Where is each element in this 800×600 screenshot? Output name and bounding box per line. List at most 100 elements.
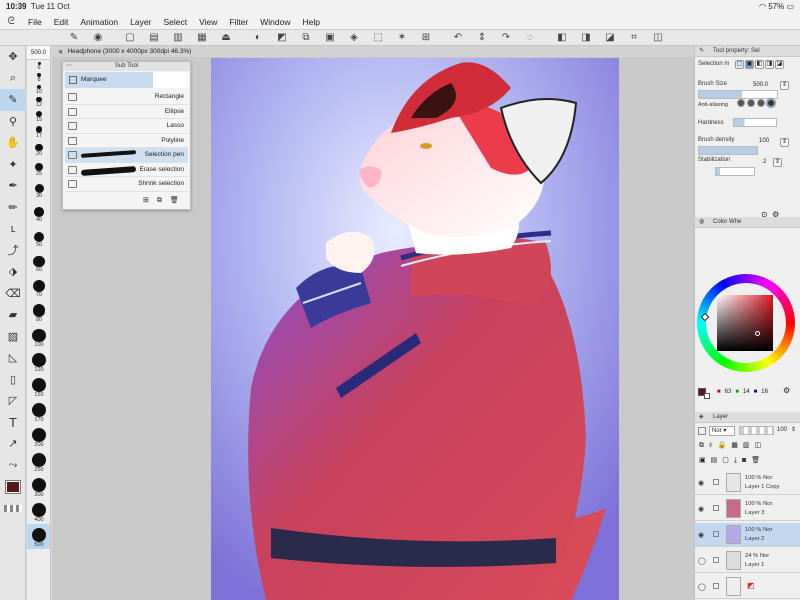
- layer-row-bottom[interactable]: ◯ ◩: [695, 575, 800, 599]
- subtool-tab-marquee[interactable]: Marquee: [65, 72, 153, 88]
- delete-subtool-icon[interactable]: 🗑: [170, 197, 187, 204]
- brush-size-preset-250[interactable]: 250: [27, 449, 50, 474]
- layer-lock-box[interactable]: [713, 479, 719, 485]
- brush-size-preset-200[interactable]: 200: [27, 424, 50, 449]
- layer-row[interactable]: ◉ 100 % Nor Layer 2: [695, 523, 800, 547]
- close-document-icon[interactable]: ✕: [58, 48, 63, 56]
- subtool-item-erase-selection[interactable]: Erase selection: [65, 163, 188, 177]
- layer-lock-box[interactable]: [713, 583, 719, 589]
- brush-size-preset-400[interactable]: 400: [27, 499, 50, 524]
- select-mode-icon[interactable]: ◪: [775, 60, 784, 69]
- frame-tool-icon[interactable]: ▯: [0, 369, 26, 391]
- layer-visibility-icon[interactable]: ◉: [698, 531, 704, 539]
- main-color-swatch[interactable]: [0, 476, 26, 498]
- add-subtool-icon[interactable]: ⊞: [143, 197, 157, 204]
- lock-transparent-icon[interactable]: ▦: [731, 442, 743, 449]
- transform-icon[interactable]: ⬚: [366, 31, 390, 45]
- layer-stack-icon[interactable]: ◈: [342, 31, 366, 45]
- brush-size-preset-70[interactable]: 70: [27, 274, 50, 299]
- brush-tool-icon[interactable]: ⳑ: [0, 218, 26, 240]
- balloon-tool-icon[interactable]: ↗: [0, 433, 26, 455]
- document-tab[interactable]: ✕ Headphone (3000 x 4000px 300dpi 46.3%): [52, 46, 694, 57]
- decoration-tool-icon[interactable]: ⬗: [0, 261, 26, 283]
- select-icon[interactable]: ⊞: [414, 31, 438, 45]
- palette-menu-icon[interactable]: ⋯: [66, 62, 72, 71]
- blend-mode-select[interactable]: Nor ▾: [709, 426, 735, 436]
- transparent-color-swatch[interactable]: [0, 498, 26, 520]
- brush-size-preset-15[interactable]: 15: [27, 109, 50, 124]
- fill-tool-icon[interactable]: ▰: [0, 304, 26, 326]
- hand-tool-icon[interactable]: ✋: [0, 132, 26, 154]
- brush-size-preset-25[interactable]: 25: [27, 158, 50, 178]
- new-selection-icon[interactable]: ▢: [735, 60, 744, 69]
- new-raster-layer-icon[interactable]: ▣: [699, 457, 711, 464]
- menu-layer[interactable]: Layer: [124, 17, 157, 27]
- layer-row[interactable]: ◉ 100 % Nor Layer 1 Copy: [695, 471, 800, 495]
- antialias-none[interactable]: [737, 99, 745, 107]
- export-icon[interactable]: ⏏: [214, 31, 238, 45]
- layer-opacity-slider[interactable]: [739, 426, 774, 435]
- subtool-item-rectangle[interactable]: Rectangle: [65, 90, 188, 105]
- stabilization-stepper[interactable]: ⇕: [773, 158, 782, 167]
- brush-size-preset-170[interactable]: 170: [27, 399, 50, 424]
- brush-size-preset-8[interactable]: 8: [27, 72, 50, 84]
- gradient-tool-icon[interactable]: ▧: [0, 326, 26, 348]
- flip-icon[interactable]: ⇕: [470, 31, 494, 45]
- merge-down-icon[interactable]: ⤓: [734, 457, 742, 464]
- open-file-icon[interactable]: ▤: [142, 31, 166, 45]
- brush-size-preset-6[interactable]: 6: [27, 60, 50, 72]
- brush-size-slider[interactable]: [698, 90, 778, 99]
- stabilization-slider[interactable]: [715, 167, 755, 176]
- save-as-icon[interactable]: ▦: [190, 31, 214, 45]
- layer-row[interactable]: ◉ 100 % Nor Layer 3: [695, 497, 800, 521]
- new-vector-layer-icon[interactable]: ▤: [711, 457, 723, 464]
- subtool-item-ellipse[interactable]: Ellipse: [65, 105, 188, 119]
- brush-size-preset-50[interactable]: 50: [27, 224, 50, 249]
- new-folder-icon[interactable]: ▢: [722, 457, 734, 464]
- pencil-tool-icon[interactable]: ✏: [0, 197, 26, 219]
- color-settings-icon[interactable]: ⚙: [783, 386, 790, 395]
- magic-icon[interactable]: ✶: [390, 31, 414, 45]
- brush-size-preset-120[interactable]: 120: [27, 349, 50, 374]
- drawing-canvas[interactable]: [211, 58, 619, 600]
- menu-animation[interactable]: Animation: [74, 17, 124, 27]
- antialias-medium[interactable]: [757, 99, 765, 107]
- copy-icon[interactable]: ⧉: [294, 31, 318, 45]
- crop-icon[interactable]: ⌗: [622, 31, 646, 45]
- lock-layer-icon[interactable]: 🔒: [717, 442, 731, 449]
- brush-size-preset-40[interactable]: 40: [27, 200, 50, 224]
- new-file-icon[interactable]: ▢: [118, 31, 142, 45]
- subtool-item-shrink-selection[interactable]: Shrink selection: [65, 177, 188, 192]
- layer-lock-box[interactable]: [713, 557, 719, 563]
- duplicate-subtool-icon[interactable]: ⧉: [157, 197, 170, 204]
- layer-row[interactable]: ◯ 24 % Nor Layer 1: [695, 549, 800, 573]
- text-tool-icon[interactable]: T: [0, 412, 26, 434]
- layer-lock-box[interactable]: [713, 531, 719, 537]
- brush-size-preset-30[interactable]: 30: [27, 178, 50, 200]
- zoom-tool-icon[interactable]: ⌕: [0, 68, 26, 90]
- menu-help[interactable]: Help: [296, 17, 325, 27]
- ruler-tool-icon[interactable]: ◸: [0, 390, 26, 412]
- mask-add-icon[interactable]: ◙: [742, 457, 751, 464]
- line-correction-tool-icon[interactable]: ⤳: [0, 455, 26, 477]
- menu-select[interactable]: Select: [157, 17, 193, 27]
- menu-view[interactable]: View: [193, 17, 223, 27]
- invert-selection-icon[interactable]: ◧: [550, 31, 574, 45]
- sub-color-chip[interactable]: [704, 393, 710, 399]
- layer-visibility-icon[interactable]: ◯: [698, 557, 706, 565]
- ruler-layer-icon[interactable]: ◫: [754, 442, 766, 449]
- layer-color-chip[interactable]: [698, 427, 706, 435]
- eraser-tool-icon[interactable]: ⌫: [0, 283, 26, 305]
- saturation-value-square[interactable]: [717, 295, 773, 351]
- brush-size-preset-12[interactable]: 12: [27, 96, 50, 109]
- undo-icon[interactable]: ↶: [446, 31, 470, 45]
- reference-icon[interactable]: ◪: [598, 31, 622, 45]
- color-picker-cursor[interactable]: [755, 331, 760, 336]
- layer-visibility-icon[interactable]: ◉: [698, 505, 704, 513]
- menu-window[interactable]: Window: [254, 17, 296, 27]
- brush-density-stepper[interactable]: ⇕: [780, 138, 789, 147]
- brush-size-preset-60[interactable]: 60: [27, 249, 50, 274]
- brush-size-preset-10[interactable]: 10: [27, 84, 50, 96]
- brush-size-preset-17[interactable]: 17: [27, 124, 50, 140]
- subtool-tab-empty[interactable]: [153, 72, 189, 88]
